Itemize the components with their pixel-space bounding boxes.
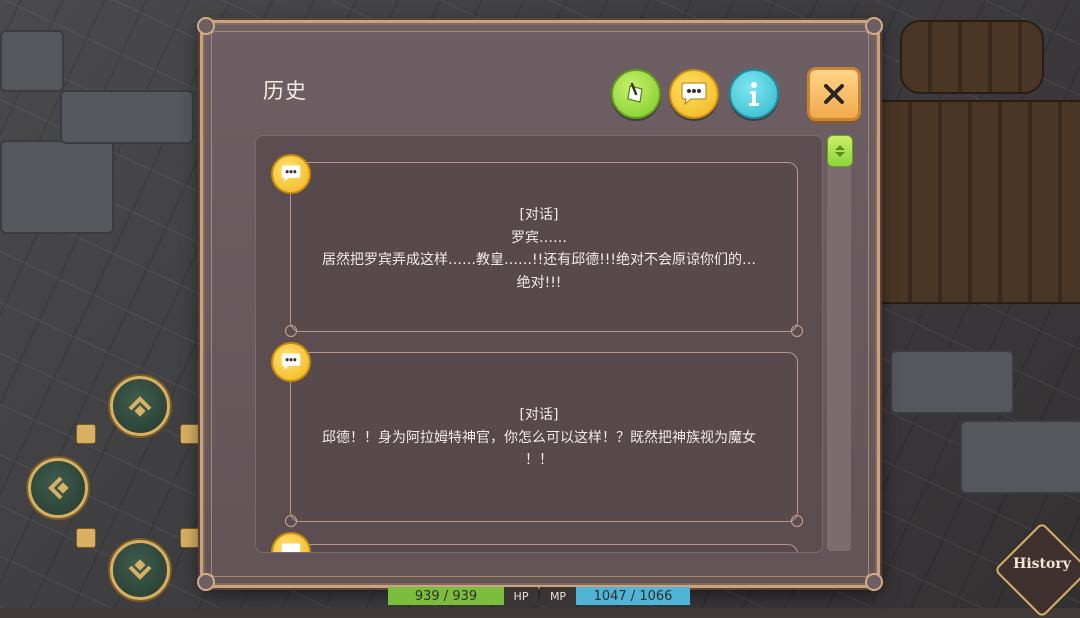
note-filter-button[interactable]	[611, 69, 661, 119]
scrollbar[interactable]	[827, 135, 853, 551]
dpad-corner-downleft[interactable]	[76, 528, 96, 548]
hp-label: HP	[504, 587, 538, 605]
note-paper-icon	[627, 82, 643, 103]
dpad-down-button[interactable]	[110, 540, 170, 600]
mp-bar: 1047 / 1066	[576, 587, 690, 605]
dpad-corner-upleft[interactable]	[76, 424, 96, 444]
scroll-up-arrow-icon	[835, 145, 845, 150]
speech-bubble-icon	[681, 82, 707, 106]
dpad-corner-upright[interactable]	[180, 424, 200, 444]
hp-bar: 939 / 939	[388, 587, 504, 605]
wooden-fence	[880, 100, 1080, 304]
history-button[interactable]: History	[1008, 556, 1076, 572]
dpad-up-button[interactable]	[110, 376, 170, 436]
frame-ornament	[197, 573, 215, 591]
frame-ornament	[197, 17, 215, 35]
stone-block	[960, 420, 1080, 494]
stone-block	[890, 350, 1014, 414]
stone-block	[0, 140, 114, 234]
chevron-down-icon	[128, 559, 152, 580]
chevron-up-icon	[128, 396, 152, 417]
entry-text: [对话] 邱德！！身为阿拉姆特神官，你怎么可以这样！？既然把神族视为魔女 ！！	[322, 407, 756, 468]
speech-bubble-icon	[271, 532, 311, 552]
entry-text: [对话] 罗宾…… 居然把罗宾弄成这样……教皇……!!还有邱德!!!绝对不会原谅…	[321, 207, 757, 291]
wooden-table	[900, 20, 1044, 94]
chevron-left-icon	[48, 476, 69, 500]
dpad-left-button[interactable]	[28, 458, 88, 518]
panel-title: 历史	[263, 79, 307, 103]
scrollbar-thumb[interactable]	[827, 135, 853, 167]
info-icon	[749, 82, 759, 106]
history-list[interactable]: [对话] 罗宾…… 居然把罗宾弄成这样……教皇……!!还有邱德!!!绝对不会原谅…	[255, 135, 823, 553]
speech-bubble-icon	[271, 342, 311, 382]
info-filter-button[interactable]	[729, 69, 779, 119]
mp-label: MP	[540, 587, 576, 605]
scroll-down-arrow-icon	[835, 152, 845, 157]
frame-ornament	[865, 573, 883, 591]
dpad-corner-downright[interactable]	[180, 528, 200, 548]
close-button[interactable]	[807, 67, 861, 121]
frame-ornament	[865, 17, 883, 35]
entry-card	[290, 544, 798, 552]
history-panel: 历史 [对话] 罗宾…… 居然把罗宾弄成这样……教皇……!!还有邱德!!!绝对不…	[197, 17, 883, 591]
speech-bubble-icon	[271, 154, 311, 194]
stone-block	[60, 90, 194, 144]
stone-block	[0, 30, 64, 92]
dialogue-filter-button[interactable]	[669, 69, 719, 119]
close-x-icon	[824, 84, 844, 104]
